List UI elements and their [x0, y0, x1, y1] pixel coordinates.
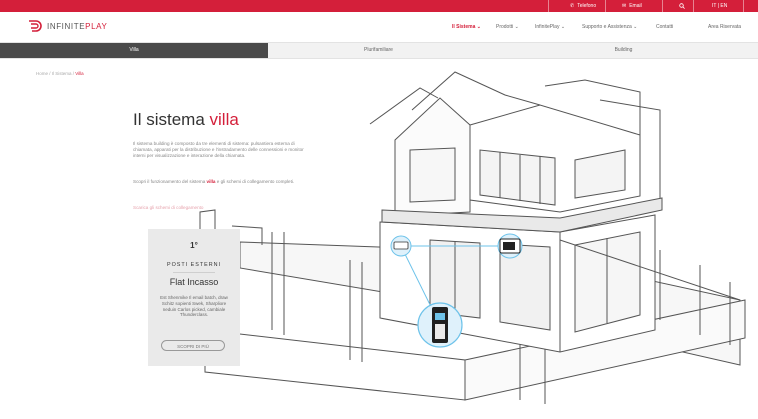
monitor-screen-icon — [503, 242, 515, 250]
card-number: 1° — [190, 241, 198, 250]
card-description: Est Shenmike Il email batch, draw Schitz… — [160, 295, 228, 318]
hub-device-icon — [393, 241, 409, 250]
house-illustration — [199, 71, 746, 404]
discover-more-button[interactable]: SCOPRI DI PIÙ — [161, 340, 225, 351]
card-category: POSTI ESTERNI — [166, 262, 222, 268]
product-card: 1° POSTI ESTERNI Flat Incasso Est Shenmi… — [148, 229, 240, 366]
divider — [173, 272, 215, 273]
card-product-name: Flat Incasso — [169, 277, 219, 287]
